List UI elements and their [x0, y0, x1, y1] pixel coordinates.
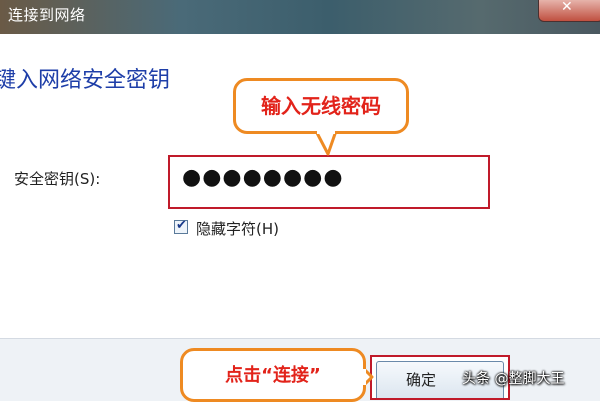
- dialog-heading: 键入网络安全密钥: [0, 68, 171, 93]
- hide-characters-checkbox[interactable]: ✔: [174, 218, 188, 234]
- window-title: 连接到网络: [8, 6, 86, 24]
- security-key-label: 安全密钥(S):: [14, 170, 101, 188]
- close-icon: ✕: [561, 0, 573, 15]
- watermark: 头条 @整脚大王: [462, 371, 565, 387]
- hide-characters-label[interactable]: 隐藏字符(H): [196, 218, 279, 239]
- top-callout: 输入无线密码: [233, 78, 409, 134]
- bottom-callout: 点击“连接”: [180, 348, 366, 402]
- security-key-input[interactable]: ●●●●●●●●: [168, 155, 490, 209]
- confirm-button-label: 确定: [406, 371, 437, 389]
- security-key-value: ●●●●●●●●: [182, 165, 344, 190]
- top-callout-text: 输入无线密码: [261, 94, 381, 118]
- bottom-callout-text: 点击“连接”: [225, 365, 321, 386]
- check-icon: ✔: [176, 218, 187, 233]
- close-button[interactable]: ✕: [538, 0, 600, 22]
- title-bar: 连接到网络 ✕: [0, 0, 600, 34]
